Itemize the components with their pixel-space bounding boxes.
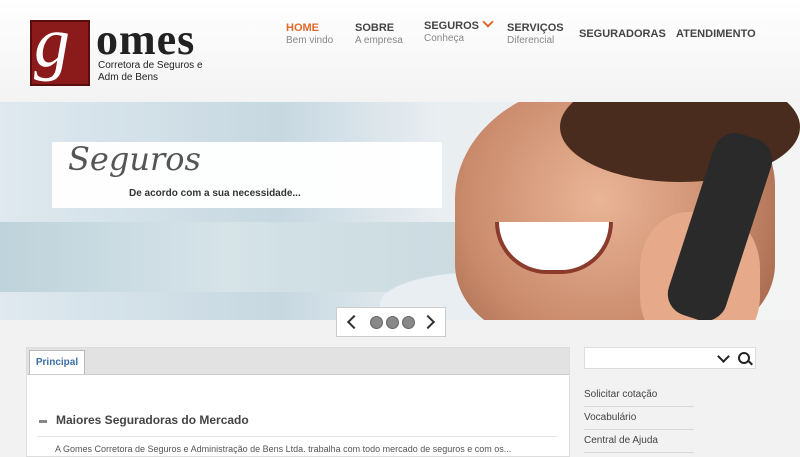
banner-background (0, 222, 460, 292)
collapse-icon[interactable] (39, 420, 47, 423)
search-box (584, 347, 756, 369)
section-title: Maiores Seguradoras do Mercado (56, 413, 249, 427)
logo-letter: g (34, 2, 70, 82)
tab-principal[interactable]: Principal (29, 350, 85, 374)
site-header: g omes Corretora de Seguros e Adm de Ben… (0, 0, 800, 102)
logo-tagline: Corretora de Seguros e Adm de Bens (98, 60, 203, 83)
hero-banner (0, 102, 800, 320)
nav-sobre-label: SOBRE (355, 22, 395, 34)
nav-sobre[interactable]: SOBRE A empresa (355, 22, 403, 46)
sidebar-link-cotacao[interactable]: Solicitar cotação (584, 384, 694, 407)
nav-servicos-sub: Diferencial (507, 35, 555, 46)
nav-servicos[interactable]: SERVIÇOS Diferencial (507, 22, 564, 46)
nav-servicos-label: SERVIÇOS (507, 22, 564, 34)
slider-prev-icon[interactable] (346, 314, 362, 330)
section-body-text: A Gomes Corretora de Seguros e Administr… (55, 444, 512, 454)
nav-seguros[interactable]: SEGUROS Conheça (424, 16, 494, 44)
slider-dot-3[interactable] (402, 316, 415, 329)
search-icon[interactable] (738, 352, 750, 364)
sidebar-link-vocabulario[interactable]: Vocabulário (584, 407, 694, 430)
nav-home-label: HOME (286, 22, 319, 34)
nav-seguros-label: SEGUROS (424, 20, 480, 32)
nav-home-sub: Bem vindo (286, 35, 334, 46)
nav-atendimento[interactable]: ATENDIMENTO (676, 28, 756, 40)
slider-next-icon[interactable] (420, 314, 436, 330)
nav-seguradoras[interactable]: SEGURADORAS (579, 28, 666, 40)
nav-atendimento-label: ATENDIMENTO (676, 28, 756, 40)
slider-controls (336, 307, 446, 337)
banner-title: Seguros (68, 140, 201, 178)
logo-wordmark[interactable]: omes (96, 18, 195, 62)
nav-home[interactable]: HOME Bem vindo (286, 22, 333, 46)
tab-bar: Principal (27, 348, 569, 375)
divider (37, 436, 557, 437)
nav-seguros-sub: Conheça (424, 33, 465, 44)
banner-subtitle: De acordo com a sua necessidade... (129, 188, 301, 199)
slider-dot-1[interactable] (370, 316, 383, 329)
slider-dot-2[interactable] (386, 316, 399, 329)
nav-seguradoras-label: SEGURADORAS (579, 28, 666, 40)
chevron-down-icon[interactable] (717, 350, 730, 363)
chevron-down-icon[interactable] (482, 16, 494, 28)
search-input[interactable] (589, 350, 713, 368)
sidebar-links: Solicitar cotação Vocabulário Central de… (584, 384, 694, 453)
nav-sobre-sub: A empresa (355, 35, 403, 46)
main-content-panel: Principal Maiores Seguradoras do Mercado… (26, 347, 570, 457)
